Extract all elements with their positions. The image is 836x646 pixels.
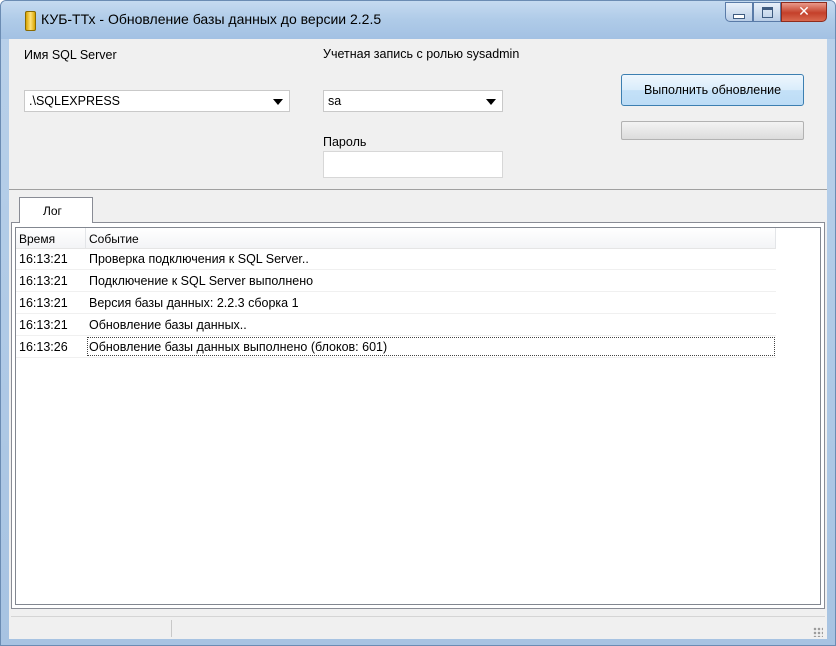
title-bar[interactable]: КУБ-ТТх - Обновление базы данных до верс… [1,1,835,39]
row-time: 16:13:21 [19,296,68,310]
column-header-time[interactable]: Время [16,228,86,248]
tab-log-label: Лог [43,204,62,218]
status-bar [11,616,825,639]
row-time: 16:13:21 [19,318,68,332]
password-label: Пароль [323,135,367,149]
column-header-event[interactable]: Событие [86,228,776,248]
chevron-down-icon[interactable] [486,99,496,105]
log-listview[interactable]: Время Событие 16:13:21 Проверка подключе… [15,227,821,605]
log-header: Время Событие [16,228,776,249]
status-separator [171,620,172,637]
minimize-button[interactable] [725,2,753,22]
run-update-button[interactable]: Выполнить обновление [621,74,804,106]
server-combobox[interactable]: .\SQLEXPRESS [24,90,290,112]
table-row[interactable]: 16:13:21 Проверка подключения к SQL Serv… [16,248,776,270]
chevron-down-icon[interactable] [273,99,283,105]
row-time: 16:13:21 [19,274,68,288]
row-time: 16:13:21 [19,252,68,266]
caption-buttons: ✕ [725,2,827,24]
table-row[interactable]: 16:13:21 Версия базы данных: 2.2.3 сборк… [16,292,776,314]
account-label: Учетная запись с ролью sysadmin [323,47,520,61]
table-row[interactable]: 16:13:21 Обновление базы данных.. [16,314,776,336]
main-window: КУБ-ТТх - Обновление базы данных до верс… [0,0,836,646]
close-icon: ✕ [798,4,810,20]
close-button[interactable]: ✕ [781,2,827,22]
row-event: Версия базы данных: 2.2.3 сборка 1 [89,296,299,310]
maximize-button[interactable] [753,2,781,22]
client-area: Имя SQL Server .\SQLEXPRESS Учетная запи… [9,39,827,639]
account-combobox[interactable]: sa [323,90,503,112]
server-label: Имя SQL Server [24,48,117,62]
tab-divider [9,189,827,190]
resize-grip-icon[interactable] [813,627,823,637]
maximize-icon [761,6,773,18]
tab-log[interactable]: Лог [19,197,93,223]
row-event: Обновление базы данных.. [89,318,247,332]
account-value: sa [328,94,342,108]
row-event: Обновление базы данных выполнено (блоков… [86,336,776,357]
table-row[interactable]: 16:13:21 Подключение к SQL Server выполн… [16,270,776,292]
window-title: КУБ-ТТх - Обновление базы данных до верс… [41,11,382,27]
database-icon [25,11,36,31]
minimize-icon [733,13,745,19]
table-row[interactable]: 16:13:26 Обновление базы данных выполнен… [16,336,776,358]
row-time: 16:13:26 [19,340,68,354]
progress-bar [621,121,804,140]
row-event: Проверка подключения к SQL Server.. [89,252,309,266]
server-value: .\SQLEXPRESS [29,94,121,108]
log-tab-page: Время Событие 16:13:21 Проверка подключе… [11,222,825,609]
row-event: Подключение к SQL Server выполнено [89,274,314,288]
log-rows: 16:13:21 Проверка подключения к SQL Serv… [16,248,776,358]
password-field[interactable] [323,151,503,178]
